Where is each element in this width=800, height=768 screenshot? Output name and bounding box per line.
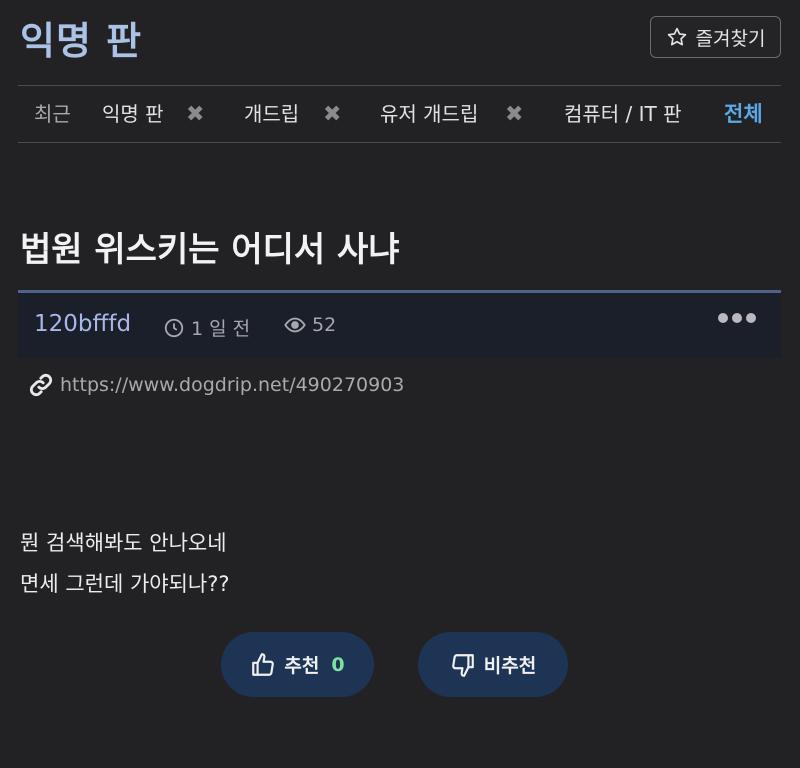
upvote-count: 0 [331, 653, 345, 676]
favorite-label: 즐겨찾기 [695, 27, 766, 50]
recent-item-dogdrip-close-icon[interactable]: ✖ [323, 86, 341, 143]
upvote-label: 추천 [284, 655, 320, 677]
author-name[interactable]: 120bfffd [34, 311, 131, 337]
recent-item-dogdrip[interactable]: 개드립 [244, 86, 299, 143]
permalink-url[interactable]: https://www.dogdrip.net/490270903 [60, 374, 404, 396]
recent-all-link[interactable]: 전체 [724, 86, 763, 143]
recent-boards-bar: 최근 익명 판 ✖ 개드립 ✖ 유저 개드립 ✖ 컴퓨터 / IT 판 전체 [18, 85, 781, 143]
upvote-button[interactable]: 추천 0 [221, 632, 374, 697]
post-body-line: 면세 그런데 가야되나?? [20, 572, 230, 596]
clock-icon [164, 318, 184, 337]
post-meta-bar: 120bfffd 1 일 전 52 [18, 290, 781, 358]
recent-item-anonymous[interactable]: 익명 판 [102, 86, 164, 143]
thumbs-up-icon [252, 652, 275, 676]
post-title: 법원 위스키는 어디서 사냐 [20, 230, 400, 270]
post-permalink[interactable]: https://www.dogdrip.net/490270903 [28, 372, 404, 398]
downvote-label: 비추천 [483, 655, 537, 677]
post-time-text: 1 일 전 [191, 318, 251, 340]
post-views-count: 52 [312, 314, 337, 336]
post-body: 뭔 검색해봐도 안나오네 면세 그런데 가야되나?? [20, 523, 230, 605]
eye-icon [284, 317, 306, 333]
post-body-line: 뭔 검색해봐도 안나오네 [20, 531, 227, 555]
recent-item-user-dogdrip[interactable]: 유저 개드립 [380, 86, 478, 143]
downvote-button[interactable]: 비추천 [418, 632, 568, 697]
post-time: 1 일 전 [163, 314, 250, 341]
board-title[interactable]: 익명 판 [20, 10, 142, 65]
recent-item-computer-it[interactable]: 컴퓨터 / IT 판 [564, 86, 682, 143]
favorite-button[interactable]: 즐겨찾기 [650, 16, 781, 58]
star-icon [667, 27, 686, 46]
thumbs-down-icon [451, 653, 474, 677]
post-views: 52 [284, 314, 336, 336]
recent-label: 최근 [34, 102, 71, 126]
recent-item-user-dogdrip-close-icon[interactable]: ✖ [505, 86, 523, 143]
recent-item-anonymous-close-icon[interactable]: ✖ [186, 86, 204, 143]
more-options-icon[interactable] [718, 313, 756, 323]
link-icon [29, 373, 53, 397]
